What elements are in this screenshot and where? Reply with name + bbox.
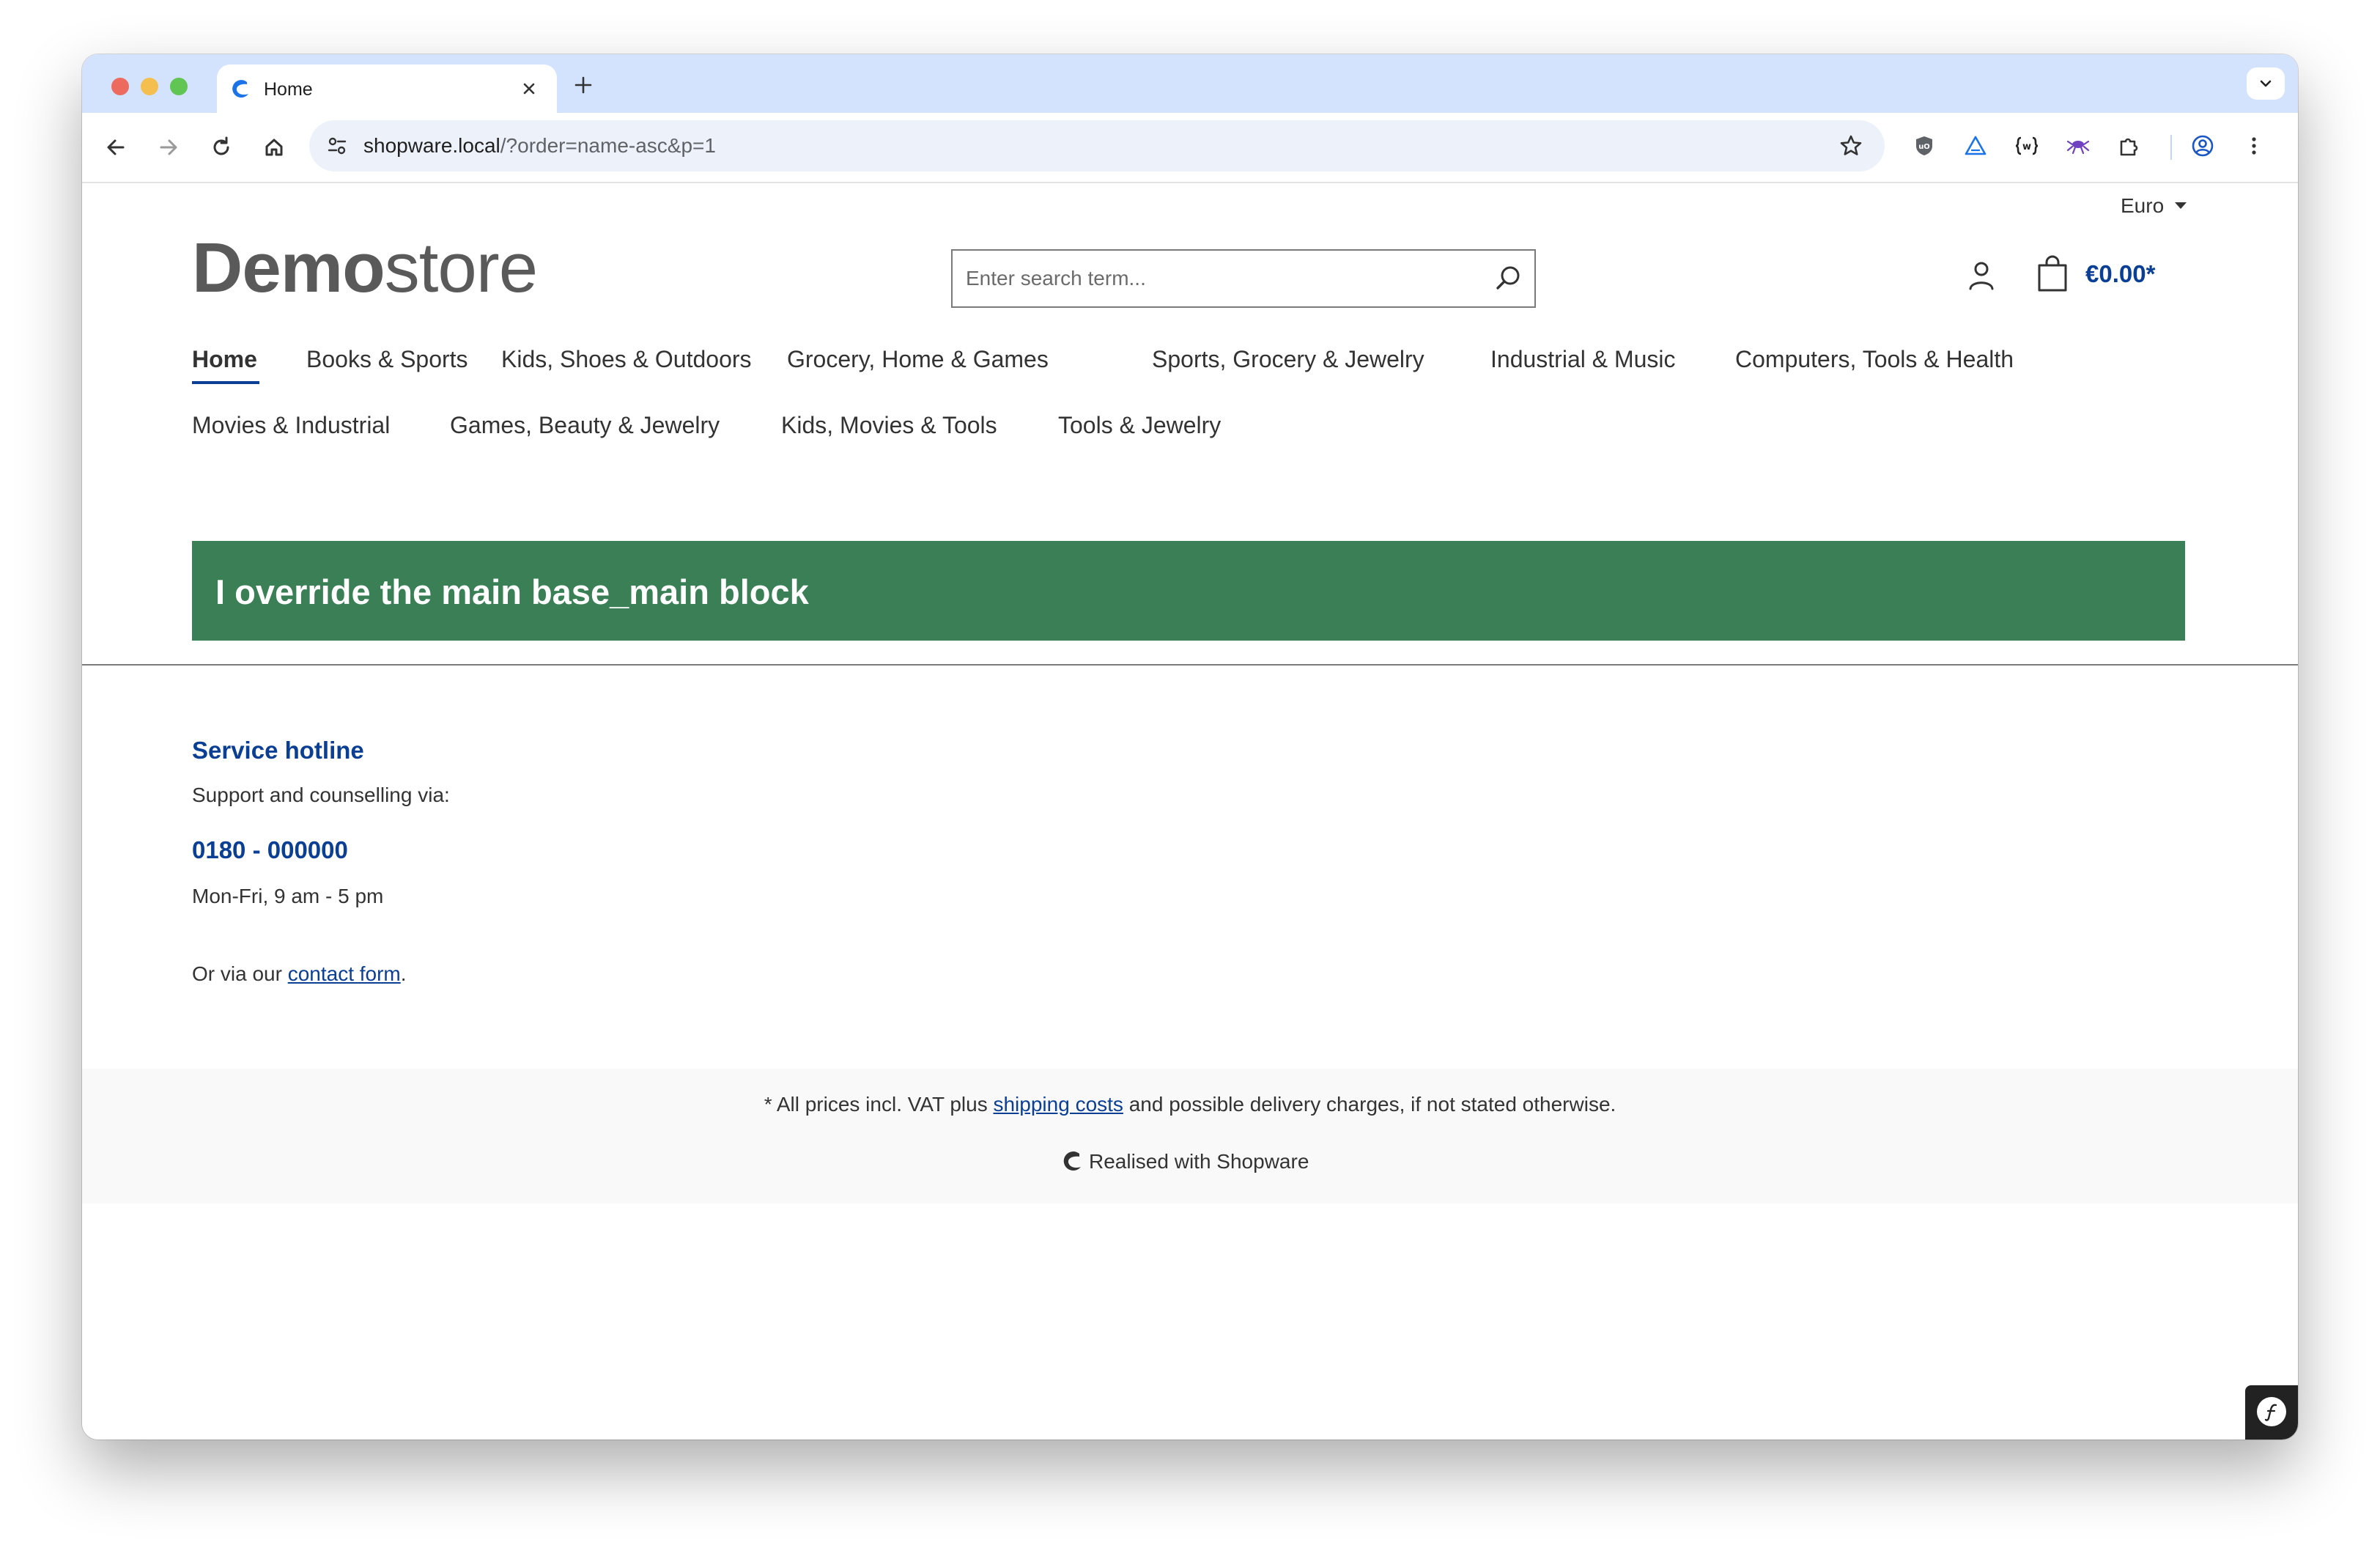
service-phone-number[interactable]: 0180 - 000000 — [192, 836, 348, 865]
nav-item-books-sports[interactable]: Books & Sports — [306, 344, 468, 374]
nav-item-computers-tools-health[interactable]: Computers, Tools & Health — [1735, 344, 2014, 374]
vat-notice: * All prices incl. VAT plus shipping cos… — [82, 1092, 2298, 1117]
contact-line: Or via our contact form. — [192, 962, 407, 987]
contact-suffix: . — [400, 962, 407, 985]
forward-icon[interactable] — [154, 133, 183, 162]
svg-text:uO: uO — [1918, 143, 1930, 151]
nav-item-games-beauty-jewelry[interactable]: Games, Beauty & Jewelry — [450, 410, 720, 440]
wappalyzer-bracket-icon[interactable]: w — [2012, 131, 2041, 161]
new-tab-icon[interactable] — [570, 72, 596, 98]
home-icon[interactable] — [259, 133, 289, 162]
shipping-costs-link[interactable]: shipping costs — [993, 1093, 1123, 1116]
more-menu-icon[interactable] — [2239, 131, 2269, 161]
service-hotline-subtitle: Support and counselling via: — [192, 784, 450, 806]
contact-form-link[interactable]: contact form — [288, 962, 401, 985]
override-banner: I override the main base_main block — [192, 541, 2185, 641]
shopware-favicon-icon — [232, 80, 248, 98]
nav-item-kids-shoes-outdoors[interactable]: Kids, Shoes & Outdoors — [501, 344, 752, 374]
svg-text:w: w — [2022, 141, 2031, 152]
nav-item-home[interactable]: Home — [192, 344, 257, 374]
reload-icon[interactable] — [207, 133, 236, 162]
caret-down-icon[interactable] — [2175, 202, 2187, 209]
content-divider — [82, 664, 2298, 666]
browser-toolbar: shopware.local/?order=name-asc&p=1 uO w — [82, 113, 2298, 183]
page-footer: * All prices incl. VAT plus shipping cos… — [82, 1069, 2298, 1204]
shopping-bag-icon[interactable] — [2034, 255, 2071, 295]
toolbar-separator — [2170, 135, 2172, 160]
back-icon[interactable] — [101, 133, 130, 162]
search-icon[interactable] — [1490, 261, 1526, 296]
site-settings-icon[interactable] — [325, 134, 349, 158]
cart-total[interactable]: €0.00* — [2085, 259, 2155, 289]
web-page: Euro Demostore €0.00* Home Books & Sport… — [82, 183, 2298, 1440]
bookmark-star-icon[interactable] — [1838, 133, 1864, 159]
maximize-window-button[interactable] — [170, 78, 188, 95]
url-path: /?order=name-asc&p=1 — [500, 134, 716, 157]
close-window-button[interactable] — [111, 78, 129, 95]
nav-item-movies-industrial[interactable]: Movies & Industrial — [192, 410, 390, 440]
tab-strip: Home — [82, 54, 2298, 113]
realised-text: Realised with Shopware — [1089, 1150, 1309, 1173]
ublock-shield-icon[interactable]: uO — [1910, 131, 1939, 161]
currency-switcher[interactable]: Euro — [2121, 194, 2164, 218]
nav-active-underline — [192, 381, 259, 384]
search-box — [951, 249, 1536, 308]
service-hours: Mon-Fri, 9 am - 5 pm — [192, 885, 384, 907]
vat-prefix: * All prices incl. VAT plus — [764, 1093, 994, 1116]
profile-avatar-icon[interactable] — [2188, 131, 2217, 161]
symfony-sf-glyph-icon — [2264, 1404, 2277, 1421]
vat-suffix: and possible delivery charges, if not st… — [1123, 1093, 1616, 1116]
url-host: shopware.local — [363, 134, 500, 157]
nav-item-kids-movies-tools[interactable]: Kids, Movies & Tools — [781, 410, 997, 440]
browser-window: Home shopware.local/?order=name-asc&p=1 … — [82, 54, 2298, 1440]
symfony-toolbar-button[interactable] — [2245, 1385, 2298, 1440]
search-input[interactable] — [953, 251, 1466, 306]
logo-light-text: store — [384, 229, 538, 307]
nav-item-grocery-home-games[interactable]: Grocery, Home & Games — [787, 344, 1049, 374]
tab-search-button[interactable] — [2247, 67, 2285, 100]
chevron-down-icon — [2260, 80, 2272, 87]
tab-home[interactable]: Home — [217, 64, 557, 113]
symfony-logo-icon — [2257, 1397, 2286, 1426]
service-hotline-title: Service hotline — [192, 737, 364, 764]
minimize-window-button[interactable] — [141, 78, 158, 95]
spider-extension-icon[interactable] — [2063, 131, 2093, 161]
tab-title: Home — [264, 79, 313, 100]
nav-item-sports-grocery-jewelry[interactable]: Sports, Grocery & Jewelry — [1152, 344, 1424, 374]
logo-bold-text: Demo — [192, 229, 385, 307]
contact-prefix: Or via our — [192, 962, 288, 985]
puzzle-extensions-icon[interactable] — [2115, 131, 2144, 161]
nav-item-industrial-music[interactable]: Industrial & Music — [1490, 344, 1676, 374]
shopware-logo-icon — [1063, 1151, 1081, 1171]
triangle-extension-icon[interactable] — [1961, 131, 1990, 161]
account-user-icon[interactable] — [1964, 258, 1999, 293]
banner-text: I override the main base_main block — [215, 572, 809, 611]
address-bar[interactable]: shopware.local/?order=name-asc&p=1 — [309, 120, 1885, 172]
url-text[interactable]: shopware.local/?order=name-asc&p=1 — [363, 134, 716, 158]
shop-logo[interactable]: Demostore — [192, 229, 538, 307]
close-tab-icon[interactable] — [517, 77, 541, 100]
nav-item-tools-jewelry[interactable]: Tools & Jewelry — [1058, 410, 1221, 440]
